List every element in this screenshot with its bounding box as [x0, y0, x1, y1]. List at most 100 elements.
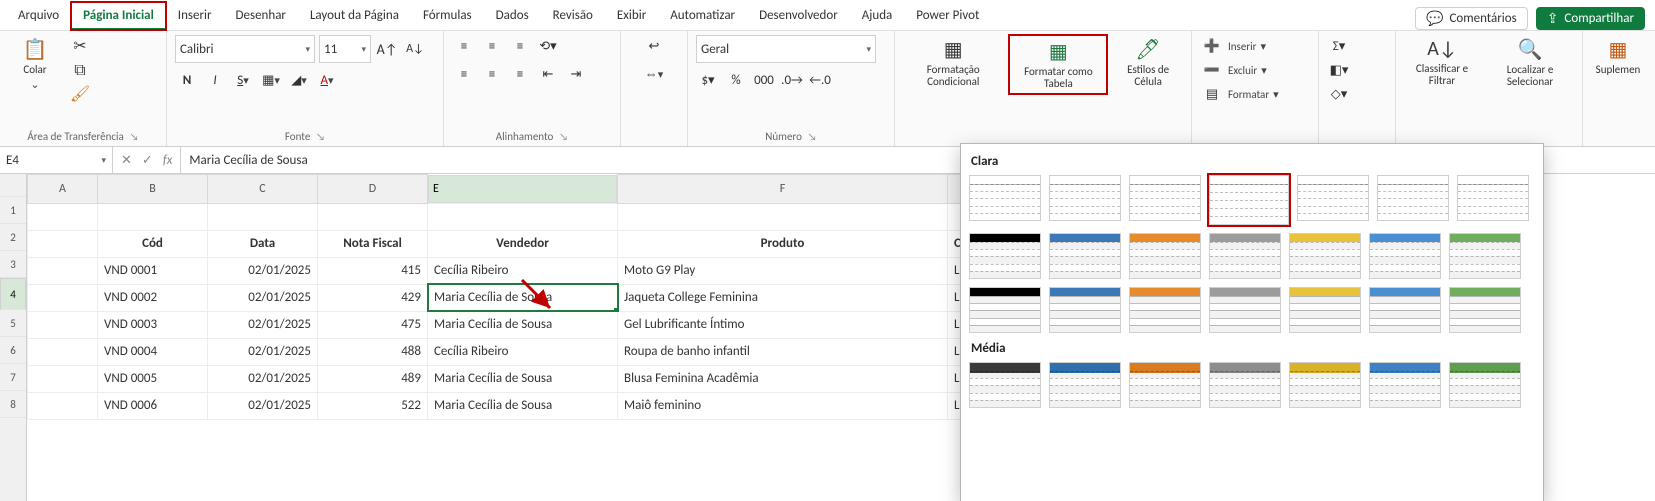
select-all-corner[interactable] [0, 174, 26, 197]
cancel-icon[interactable]: ✕ [121, 153, 132, 168]
table-style-thumb[interactable] [1129, 362, 1201, 408]
align-left-button[interactable]: ≡ [452, 63, 476, 85]
table-style-thumb[interactable] [1049, 175, 1121, 221]
align-bottom-button[interactable]: ≡ [508, 35, 532, 57]
launcher-icon[interactable]: ↘ [130, 130, 139, 143]
table-style-thumb[interactable] [1297, 175, 1369, 221]
row-header[interactable]: 8 [0, 391, 26, 418]
fill-button[interactable]: ◧▾ [1327, 59, 1351, 81]
table-row[interactable]: VND 0005 02/01/2025 489 Maria Cecília de… [28, 365, 1028, 392]
table-row[interactable]: VND 0002 02/01/2025 429 Maria Cecília de… [28, 284, 1028, 311]
cell-styles-button[interactable]: 🖊 Estilos de Célula [1113, 35, 1183, 90]
table-style-thumb[interactable] [1369, 287, 1441, 333]
row-header[interactable]: 2 [0, 224, 26, 251]
tab-pagina-inicial[interactable]: Página Inicial [71, 2, 166, 30]
launcher-icon[interactable]: ↘ [316, 130, 325, 143]
table-style-thumb[interactable] [1449, 287, 1521, 333]
table-style-thumb[interactable] [1369, 362, 1441, 408]
table-style-thumb[interactable] [969, 233, 1041, 279]
name-box[interactable]: E4 ▾ [0, 147, 113, 173]
row-header[interactable]: 1 [0, 197, 26, 224]
tab-formulas[interactable]: Fórmulas [411, 2, 484, 30]
align-top-button[interactable]: ≡ [452, 35, 476, 57]
decrease-indent-button[interactable]: ⇤ [536, 63, 560, 85]
tab-ajuda[interactable]: Ajuda [850, 2, 905, 30]
table-row[interactable]: VND 0001 02/01/2025 415 Cecília Ribeiro … [28, 257, 1028, 284]
table-style-thumb[interactable] [1209, 233, 1281, 279]
share-button[interactable]: ⇪ Compartilhar [1536, 7, 1645, 30]
addins-button[interactable]: ▦ Suplemen [1591, 35, 1645, 78]
increase-decimal-button[interactable]: .0→ [780, 69, 804, 91]
launcher-icon[interactable]: ↘ [808, 130, 817, 143]
tab-desenhar[interactable]: Desenhar [224, 2, 298, 30]
decrease-font-button[interactable]: A↓ [403, 38, 427, 60]
format-painter-button[interactable]: 🖌 [68, 83, 92, 105]
table-style-thumb[interactable] [1449, 362, 1521, 408]
table-style-thumb[interactable] [1209, 362, 1281, 408]
grid[interactable]: A B C D E F G Cód Data Nota [27, 174, 1028, 420]
cut-button[interactable]: ✂ [68, 35, 92, 57]
col-header[interactable]: F [618, 175, 948, 204]
table-row[interactable]: VND 0003 02/01/2025 475 Maria Cecília de… [28, 311, 1028, 338]
row-header[interactable]: 5 [0, 310, 26, 337]
delete-button[interactable]: ➖Excluir▾ [1200, 59, 1267, 81]
autosum-button[interactable]: Σ▾ [1327, 35, 1351, 57]
table-row[interactable]: Cód Data Nota Fiscal Vendedor Produto Có… [28, 230, 1028, 257]
table-style-thumb[interactable] [1209, 175, 1289, 225]
tab-revisao[interactable]: Revisão [541, 2, 605, 30]
align-middle-button[interactable]: ≡ [480, 35, 504, 57]
col-header[interactable]: C [208, 175, 318, 204]
decrease-decimal-button[interactable]: ←.0 [808, 69, 832, 91]
table-style-thumb[interactable] [969, 362, 1041, 408]
table-style-thumb[interactable] [1049, 233, 1121, 279]
tab-automatizar[interactable]: Automatizar [658, 2, 747, 30]
table-style-thumb[interactable] [1049, 287, 1121, 333]
font-color-button[interactable]: A▾ [315, 69, 339, 91]
table-row[interactable]: VND 0004 02/01/2025 488 Cecília Ribeiro … [28, 338, 1028, 365]
table-style-thumb[interactable] [1129, 287, 1201, 333]
align-right-button[interactable]: ≡ [508, 63, 532, 85]
table-style-thumb[interactable] [1377, 175, 1449, 221]
copy-button[interactable]: ⧉ [68, 59, 92, 81]
increase-indent-button[interactable]: ⇥ [564, 63, 588, 85]
percent-format-button[interactable]: % [724, 69, 748, 91]
table-style-thumb[interactable] [1369, 233, 1441, 279]
tab-exibir[interactable]: Exibir [605, 2, 658, 30]
fx-icon[interactable]: fx [163, 153, 173, 168]
row-header[interactable]: 6 [0, 337, 26, 364]
underline-button[interactable]: S▾ [231, 69, 255, 91]
comma-format-button[interactable]: 000 [752, 69, 776, 91]
launcher-icon[interactable]: ↘ [559, 130, 568, 143]
row-header[interactable]: 4 [0, 278, 26, 310]
merge-center-button[interactable]: ⇔▾ [642, 63, 666, 85]
font-size-select[interactable]: 11▾ [319, 35, 371, 63]
number-format-select[interactable]: Geral▾ [696, 35, 876, 63]
tab-arquivo[interactable]: Arquivo [6, 2, 71, 30]
sort-filter-button[interactable]: A↓ Classificar e Filtrar [1404, 35, 1480, 89]
tab-power-pivot[interactable]: Power Pivot [904, 2, 991, 30]
increase-font-button[interactable]: A↑ [375, 38, 399, 60]
conditional-formatting-button[interactable]: ▦ Formatação Condicional [903, 35, 1003, 90]
font-name-select[interactable]: Calibri▾ [175, 35, 315, 63]
table-style-thumb[interactable] [1289, 233, 1361, 279]
find-select-button[interactable]: 🔍 Localizar e Selecionar [1486, 35, 1574, 90]
table-style-thumb[interactable] [969, 175, 1041, 221]
wrap-text-button[interactable]: ↩ [642, 35, 666, 57]
italic-button[interactable]: I [203, 69, 227, 91]
format-as-table-button[interactable]: ▦ Formatar como Tabela [1009, 35, 1107, 94]
tab-inserir[interactable]: Inserir [166, 2, 224, 30]
table-style-thumb[interactable] [969, 287, 1041, 333]
row-header[interactable]: 3 [0, 251, 26, 278]
table-style-thumb[interactable] [1449, 233, 1521, 279]
paste-button[interactable]: 📋 Colar ⌄ [8, 35, 62, 93]
table-row[interactable] [28, 203, 1028, 230]
align-center-button[interactable]: ≡ [480, 63, 504, 85]
table-style-gallery[interactable]: Clara Média [960, 143, 1544, 501]
tab-layout-pagina[interactable]: Layout da Página [298, 2, 411, 30]
tab-dados[interactable]: Dados [484, 2, 541, 30]
borders-button[interactable]: ▦▾ [259, 69, 283, 91]
col-header[interactable]: A [28, 175, 98, 204]
insert-button[interactable]: ➕Inserir▾ [1200, 35, 1266, 57]
clear-button[interactable]: ◇▾ [1327, 83, 1351, 105]
fill-color-button[interactable]: ◢▾ [287, 69, 311, 91]
